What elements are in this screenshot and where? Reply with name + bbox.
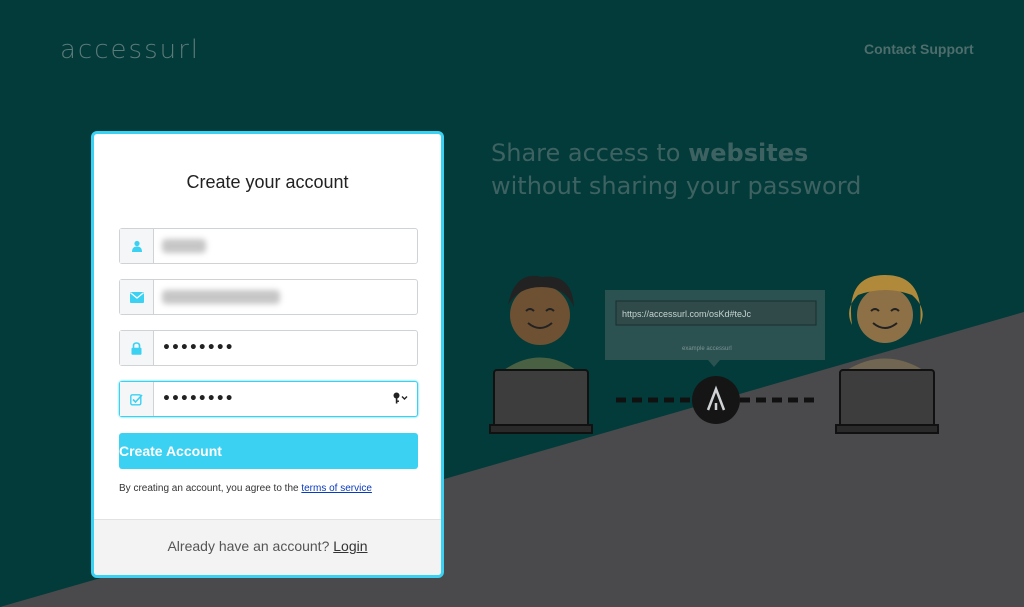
headline-bold: websites [688,139,809,167]
terms-of-service-link[interactable]: terms of service [301,483,372,494]
password-field[interactable]: •••••••• [119,330,418,366]
left-person-figure [504,275,576,375]
left-laptop [489,369,593,434]
name-field[interactable] [119,228,418,264]
login-prompt: Already have an account? [167,538,334,554]
name-input[interactable] [154,229,417,263]
lock-icon [120,331,154,365]
password-manager-key-icon[interactable] [393,391,409,409]
terms-prefix: By creating an account, you agree to the [119,483,302,494]
terms-notice: By creating an account, you agree to the… [119,483,372,494]
create-account-button[interactable]: Create Account [119,433,418,469]
confirm-password-input[interactable]: •••••••• [154,382,417,416]
checkbox-icon [120,382,154,416]
accessurl-node [692,376,740,424]
signup-card: Create your account •••••••• •••••••• Cr… [91,131,444,578]
headline-line2: without sharing your password [491,172,862,200]
url-caption-text: example accessurl [682,346,732,352]
confirm-password-mask: •••••••• [162,391,234,407]
email-input[interactable] [154,280,417,314]
email-field[interactable] [119,279,418,315]
right-laptop [835,369,939,434]
contact-support-link[interactable]: Contact Support [864,41,974,57]
envelope-icon [120,280,154,314]
hero-headline: Share access to websites without sharing… [491,137,861,203]
login-link[interactable]: Login [333,538,367,554]
password-input[interactable]: •••••••• [154,331,417,365]
confirm-password-field[interactable]: •••••••• [119,381,418,417]
password-mask: •••••••• [162,340,234,356]
user-icon [120,229,154,263]
url-bubble: https://accessurl.com/osKd#teJc example … [605,290,825,367]
card-footer: Already have an account? Login [94,519,441,575]
right-person-figure [847,275,923,375]
brand-logo[interactable]: accessurl [60,35,200,65]
hero-illustration: https://accessurl.com/osKd#teJc example … [489,275,939,434]
headline-prefix: Share access to [491,139,689,167]
url-example-text: https://accessurl.com/osKd#teJc [622,309,752,319]
card-title: Create your account [186,172,349,192]
